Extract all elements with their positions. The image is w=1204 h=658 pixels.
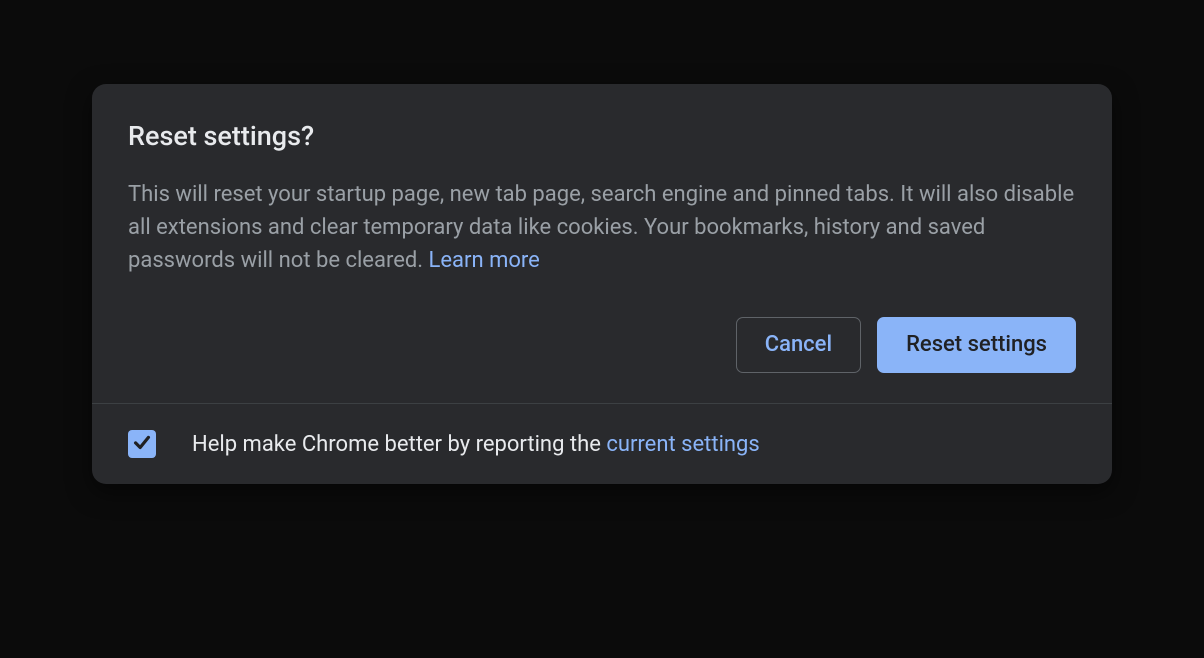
current-settings-link[interactable]: current settings (606, 432, 759, 457)
dialog-body: Reset settings? This will reset your sta… (92, 84, 1112, 403)
dialog-description-text: This will reset your startup page, new t… (128, 182, 1074, 273)
dialog-description: This will reset your startup page, new t… (128, 178, 1076, 277)
learn-more-link[interactable]: Learn more (429, 248, 540, 273)
dialog-buttons: Cancel Reset settings (128, 317, 1076, 373)
report-settings-checkbox[interactable] (128, 430, 156, 458)
dialog-footer: Help make Chrome better by reporting the… (92, 403, 1112, 484)
footer-label-text: Help make Chrome better by reporting the (192, 432, 606, 457)
dialog-title: Reset settings? (128, 120, 1076, 152)
check-icon (131, 431, 153, 457)
cancel-button[interactable]: Cancel (736, 317, 861, 373)
footer-label: Help make Chrome better by reporting the… (192, 432, 760, 457)
reset-settings-dialog: Reset settings? This will reset your sta… (92, 84, 1112, 484)
reset-settings-button[interactable]: Reset settings (877, 317, 1076, 373)
